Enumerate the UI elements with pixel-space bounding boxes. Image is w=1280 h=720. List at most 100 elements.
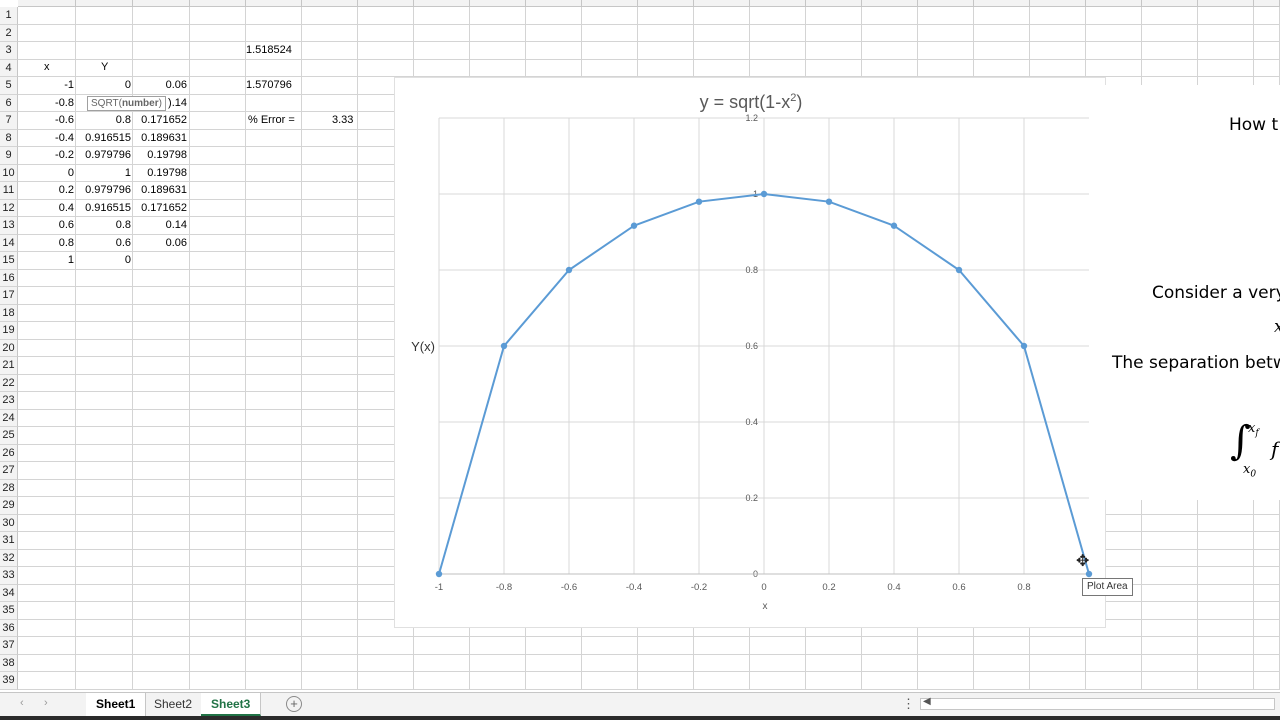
grid-cell[interactable] xyxy=(76,619,133,637)
grid-cell[interactable] xyxy=(358,637,414,655)
grid-cell[interactable] xyxy=(190,532,246,550)
column-header[interactable] xyxy=(18,0,76,7)
grid-cell[interactable] xyxy=(1254,7,1280,25)
grid-cell[interactable] xyxy=(18,287,76,305)
grid-cell[interactable] xyxy=(862,42,918,60)
grid-cell[interactable] xyxy=(974,672,1030,690)
grid-cell[interactable] xyxy=(302,584,358,602)
grid-cell[interactable] xyxy=(190,514,246,532)
column-header[interactable] xyxy=(806,0,862,7)
grid-cell[interactable] xyxy=(133,7,190,25)
grid-cell[interactable] xyxy=(302,147,358,165)
grid-cell[interactable] xyxy=(18,374,76,392)
grid-cell[interactable] xyxy=(862,24,918,42)
grid-cell[interactable] xyxy=(76,462,133,480)
scroll-left-icon[interactable]: ◀ xyxy=(923,696,931,707)
grid-cell[interactable] xyxy=(1254,654,1280,672)
grid-cell[interactable] xyxy=(76,24,133,42)
data-cell-x[interactable]: 0.6 xyxy=(20,217,74,234)
grid-cell[interactable] xyxy=(1254,584,1280,602)
row-header[interactable]: 5 xyxy=(0,77,18,95)
grid-cell[interactable] xyxy=(1030,24,1086,42)
grid-cell[interactable] xyxy=(694,42,750,60)
row-header[interactable]: 39 xyxy=(0,672,18,690)
grid-cell[interactable] xyxy=(638,654,694,672)
grid-cell[interactable] xyxy=(133,392,190,410)
data-cell-area[interactable]: 0.14 xyxy=(133,217,187,234)
grid-cell[interactable] xyxy=(526,59,582,77)
grid-cell[interactable] xyxy=(470,637,526,655)
grid-cell[interactable] xyxy=(302,567,358,585)
data-cell-x[interactable]: -0.4 xyxy=(20,130,74,147)
grid-cell[interactable] xyxy=(1030,7,1086,25)
exact-value-cell[interactable]: 1.570796 xyxy=(246,77,299,94)
tab-sheet1[interactable]: Sheet1 xyxy=(86,693,147,716)
grid-cell[interactable] xyxy=(190,304,246,322)
grid-cell[interactable] xyxy=(302,322,358,340)
grid-cell[interactable] xyxy=(1198,654,1254,672)
grid-cell[interactable] xyxy=(246,129,302,147)
row-header[interactable]: 35 xyxy=(0,602,18,620)
data-cell-area[interactable]: 0.06 xyxy=(133,77,187,94)
grid-cell[interactable] xyxy=(1142,619,1198,637)
grid-cell[interactable] xyxy=(358,7,414,25)
data-cell-y[interactable]: 0.8 xyxy=(77,217,131,234)
grid-cell[interactable] xyxy=(133,637,190,655)
grid-cell[interactable] xyxy=(18,462,76,480)
grid-cell[interactable] xyxy=(414,59,470,77)
column-header[interactable] xyxy=(1030,0,1086,7)
grid-cell[interactable] xyxy=(76,304,133,322)
grid-cell[interactable] xyxy=(414,42,470,60)
grid-cell[interactable] xyxy=(246,584,302,602)
grid-cell[interactable] xyxy=(302,374,358,392)
grid-cell[interactable] xyxy=(18,357,76,375)
grid-cell[interactable] xyxy=(1142,602,1198,620)
grid-cell[interactable] xyxy=(133,304,190,322)
grid-cell[interactable] xyxy=(246,7,302,25)
more-options-icon[interactable]: ⋮ xyxy=(902,696,915,712)
grid-cell[interactable] xyxy=(414,637,470,655)
grid-cell[interactable] xyxy=(246,339,302,357)
grid-cell[interactable] xyxy=(750,7,806,25)
grid-cell[interactable] xyxy=(190,234,246,252)
prev-sheet-icon[interactable]: ‹ xyxy=(20,697,24,709)
grid-cell[interactable] xyxy=(190,164,246,182)
grid-cell[interactable] xyxy=(1254,59,1280,77)
data-cell-x[interactable]: 0.4 xyxy=(20,200,74,217)
grid-cell[interactable] xyxy=(190,374,246,392)
grid-cell[interactable] xyxy=(190,252,246,270)
grid-cell[interactable] xyxy=(190,182,246,200)
error-value-cell[interactable]: 3.33 xyxy=(332,112,356,129)
grid-cell[interactable] xyxy=(246,94,302,112)
grid-cell[interactable] xyxy=(1030,672,1086,690)
grid-cell[interactable] xyxy=(974,654,1030,672)
grid-cell[interactable] xyxy=(246,654,302,672)
grid-cell[interactable] xyxy=(694,59,750,77)
grid-cell[interactable] xyxy=(1142,7,1198,25)
grid-cell[interactable] xyxy=(1198,59,1254,77)
data-cell-y[interactable]: 0.916515 xyxy=(77,130,131,147)
grid-cell[interactable] xyxy=(18,339,76,357)
grid-cell[interactable] xyxy=(190,549,246,567)
grid-cell[interactable] xyxy=(302,304,358,322)
grid-cell[interactable] xyxy=(358,59,414,77)
row-header[interactable]: 28 xyxy=(0,479,18,497)
header-x[interactable]: x xyxy=(44,59,64,76)
grid-cell[interactable] xyxy=(76,549,133,567)
grid-cell[interactable] xyxy=(974,637,1030,655)
grid-cell[interactable] xyxy=(1142,549,1198,567)
grid-cell[interactable] xyxy=(76,654,133,672)
grid-cell[interactable] xyxy=(302,392,358,410)
row-header[interactable]: 30 xyxy=(0,514,18,532)
grid-cell[interactable] xyxy=(302,252,358,270)
row-header[interactable]: 31 xyxy=(0,532,18,550)
grid-cell[interactable] xyxy=(918,59,974,77)
grid-cell[interactable] xyxy=(470,654,526,672)
grid-cell[interactable] xyxy=(806,42,862,60)
grid-cell[interactable] xyxy=(750,24,806,42)
column-header[interactable] xyxy=(974,0,1030,7)
grid-cell[interactable] xyxy=(1198,567,1254,585)
grid-cell[interactable] xyxy=(190,129,246,147)
grid-cell[interactable] xyxy=(1254,602,1280,620)
grid-cell[interactable] xyxy=(76,672,133,690)
